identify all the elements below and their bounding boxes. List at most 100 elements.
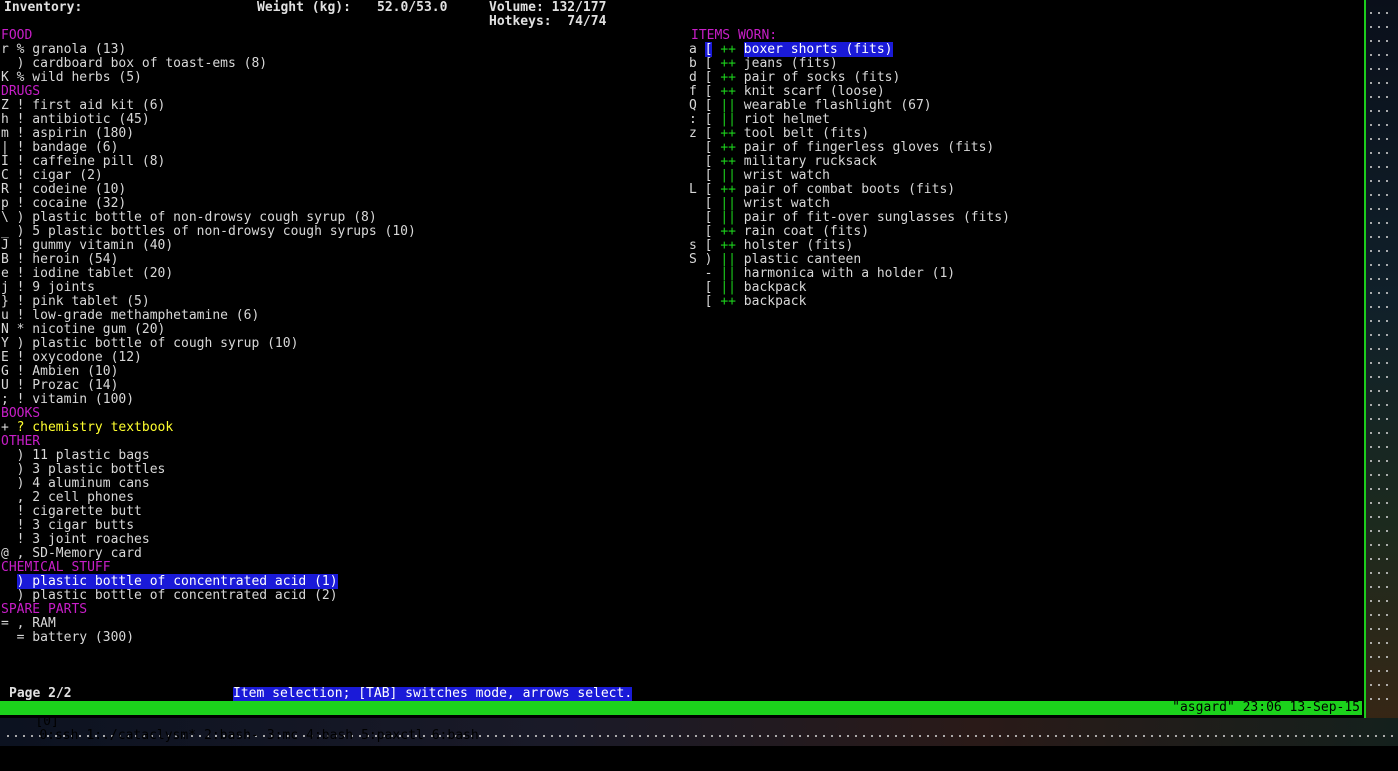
worn-item-mark: ++ (720, 84, 736, 99)
inventory-item[interactable]: + ? chemistry textbook (1, 421, 173, 435)
worn-item[interactable]: f [ ++ knit scarf (loose) (689, 85, 885, 99)
inventory-item[interactable]: = , RAM (1, 617, 56, 631)
worn-item[interactable]: s [ ++ holster (fits) (689, 239, 853, 253)
worn-item-key: b (689, 56, 697, 71)
inventory-item[interactable]: N * nicotine gum (20) (1, 323, 165, 337)
worn-item-mark: ++ (720, 154, 736, 169)
inventory-item[interactable]: ! 3 joint roaches (1, 533, 150, 547)
worn-item-key (689, 266, 697, 281)
inventory-item[interactable]: ) 11 plastic bags (1, 449, 150, 463)
worn-item[interactable]: - || harmonica with a holder (1) (689, 267, 955, 281)
inventory-item[interactable]: h ! antibiotic (45) (1, 113, 150, 127)
worn-item[interactable]: [ || wrist watch (689, 169, 830, 183)
worn-item[interactable]: z [ ++ tool belt (fits) (689, 127, 869, 141)
worn-item-key (689, 154, 697, 169)
worn-item[interactable]: [ || pair of fit-over sunglasses (fits) (689, 211, 1010, 225)
worn-item[interactable]: [ ++ rain coat (fits) (689, 225, 869, 239)
item-prefix (1, 574, 17, 589)
inventory-item[interactable]: I ! caffeine pill (8) (1, 155, 165, 169)
tmux-session: [0] (35, 714, 59, 729)
worn-item-name: plastic canteen (743, 252, 862, 267)
inventory-item[interactable]: p ! cocaine (32) (1, 197, 126, 211)
worn-item[interactable]: b [ ++ jeans (fits) (689, 57, 838, 71)
terminal-border (1364, 0, 1366, 718)
worn-item[interactable]: [ ++ backpack (689, 294, 807, 309)
inventory-item[interactable]: ) 3 plastic bottles (1, 463, 166, 477)
worn-item[interactable]: [ ++ military rucksack (689, 155, 877, 169)
inventory-item[interactable]: } ! pink tablet (5) (1, 295, 150, 309)
inventory-item[interactable]: ) 4 aluminum cans (1, 477, 150, 491)
worn-item-name: tool belt (fits) (743, 126, 870, 141)
item-name: chemistry textbook (24, 420, 174, 435)
tmux-window-tab[interactable]: 2:bash- (204, 729, 259, 743)
worn-item-key (689, 168, 697, 183)
inventory-item[interactable]: Y ) plastic bottle of cough syrup (10) (1, 337, 298, 351)
inventory-item[interactable]: = battery (300) (1, 631, 134, 645)
worn-item-name: backpack (743, 280, 807, 295)
worn-item[interactable]: d [ ++ pair of socks (fits) (689, 71, 900, 85)
tmux-window-tab[interactable]: 0:ssh (39, 729, 78, 743)
inventory-item[interactable]: | ! bandage (6) (1, 141, 118, 155)
worn-item-key: z (689, 126, 697, 141)
worn-item-key (689, 210, 697, 225)
worn-item[interactable]: L [ ++ pair of combat boots (fits) (689, 183, 955, 197)
worn-item[interactable]: [ || wrist watch (689, 197, 830, 211)
worn-item-name: boxer shorts (fits) (743, 42, 893, 57)
inventory-item[interactable]: , 2 cell phones (1, 491, 134, 505)
weight-label: Weight (kg): (257, 0, 351, 15)
weight-value: 52.0/53.0 (377, 0, 448, 15)
worn-item-mark: ++ (720, 294, 736, 309)
worn-item[interactable]: [ || backpack (689, 280, 807, 295)
inventory-item[interactable]: e ! iodine tablet (20) (1, 267, 173, 281)
terminal-window[interactable]: Inventory: Weight (kg): 52.0/53.0 Volume… (0, 0, 1366, 743)
worn-item-selected[interactable]: a [ ++ boxer shorts (fits) (689, 42, 893, 57)
inventory-item[interactable]: ! 3 cigar butts (1, 519, 134, 533)
worn-item-mark: ++ (720, 42, 736, 57)
inventory-item[interactable]: ; ! vitamin (100) (1, 393, 134, 407)
worn-item-mark: ++ (720, 238, 736, 253)
hotkeys-readout: Hotkeys: 74/74 (489, 14, 607, 29)
tmux-window-tab[interactable]: 6:bash (432, 729, 479, 743)
worn-item-name: knit scarf (loose) (743, 84, 885, 99)
tmux-window-tab[interactable]: 4:bash (306, 729, 353, 743)
inventory-item[interactable]: G ! Ambien (10) (1, 365, 118, 379)
inventory-item[interactable]: \ ) plastic bottle of non-drowsy cough s… (1, 211, 377, 225)
worn-item[interactable]: : [ || riot helmet (689, 113, 830, 127)
inventory-item-selected[interactable]: ) plastic bottle of concentrated acid (1… (1, 574, 338, 589)
inventory-item[interactable]: E ! oxycodone (12) (1, 351, 142, 365)
inventory-item[interactable]: _ ) 5 plastic bottles of non-drowsy coug… (1, 225, 416, 239)
inventory-item[interactable]: m ! aspirin (180) (1, 127, 134, 141)
tmux-window-tab[interactable]: 3:mc (267, 729, 298, 743)
inventory-item[interactable]: J ! gummy vitamin (40) (1, 239, 173, 253)
inventory-item[interactable]: u ! low-grade methamphetamine (6) (1, 309, 259, 323)
worn-item[interactable]: S ) || plastic canteen (689, 253, 861, 267)
inventory-item[interactable]: C ! cigar (2) (1, 169, 103, 183)
worn-item[interactable]: Q [ || wearable flashlight (67) (689, 99, 932, 113)
tmux-window-tab[interactable]: 5:paxctl (361, 729, 424, 743)
tmux-status-bar: [0] 0:ssh 1:./cataclysm* 2:bash- 3:mc 4:bash… (0, 701, 1362, 743)
inventory-item[interactable]: @ , SD-Memory card (1, 547, 142, 561)
inventory-title: Inventory: (4, 0, 83, 15)
worn-item-key (689, 280, 697, 295)
inventory-item[interactable]: ! cigarette butt (1, 505, 142, 519)
inventory-item[interactable]: R ! codeine (10) (1, 183, 126, 197)
tmux-window-tab[interactable]: 1:./cataclysm* (86, 729, 196, 743)
worn-item-mark: ++ (720, 126, 736, 141)
inventory-item[interactable]: ) plastic bottle of concentrated acid (2… (1, 589, 338, 603)
dot-separator (1370, 6, 1372, 706)
inventory-item[interactable]: j ! 9 joints (1, 281, 95, 295)
worn-item-name: rain coat (fits) (743, 224, 870, 239)
worn-item-key: a (689, 42, 697, 57)
worn-item-key: S (689, 252, 697, 267)
worn-item[interactable]: [ ++ pair of fingerless gloves (fits) (689, 141, 995, 155)
inventory-item[interactable]: B ! heroin (54) (1, 253, 118, 267)
inventory-item[interactable]: ) cardboard box of toast-ems (8) (1, 57, 267, 71)
worn-item-mark: || (720, 196, 736, 211)
inventory-item[interactable]: r % granola (13) (1, 43, 126, 57)
worn-item-mark: || (720, 280, 736, 295)
inventory-item[interactable]: K % wild herbs (5) (1, 71, 142, 85)
item-prefix: + (1, 420, 17, 435)
inventory-item[interactable]: U ! Prozac (14) (1, 379, 118, 393)
inventory-item[interactable]: Z ! first aid kit (6) (1, 99, 165, 113)
category-header: OTHER (1, 434, 41, 449)
